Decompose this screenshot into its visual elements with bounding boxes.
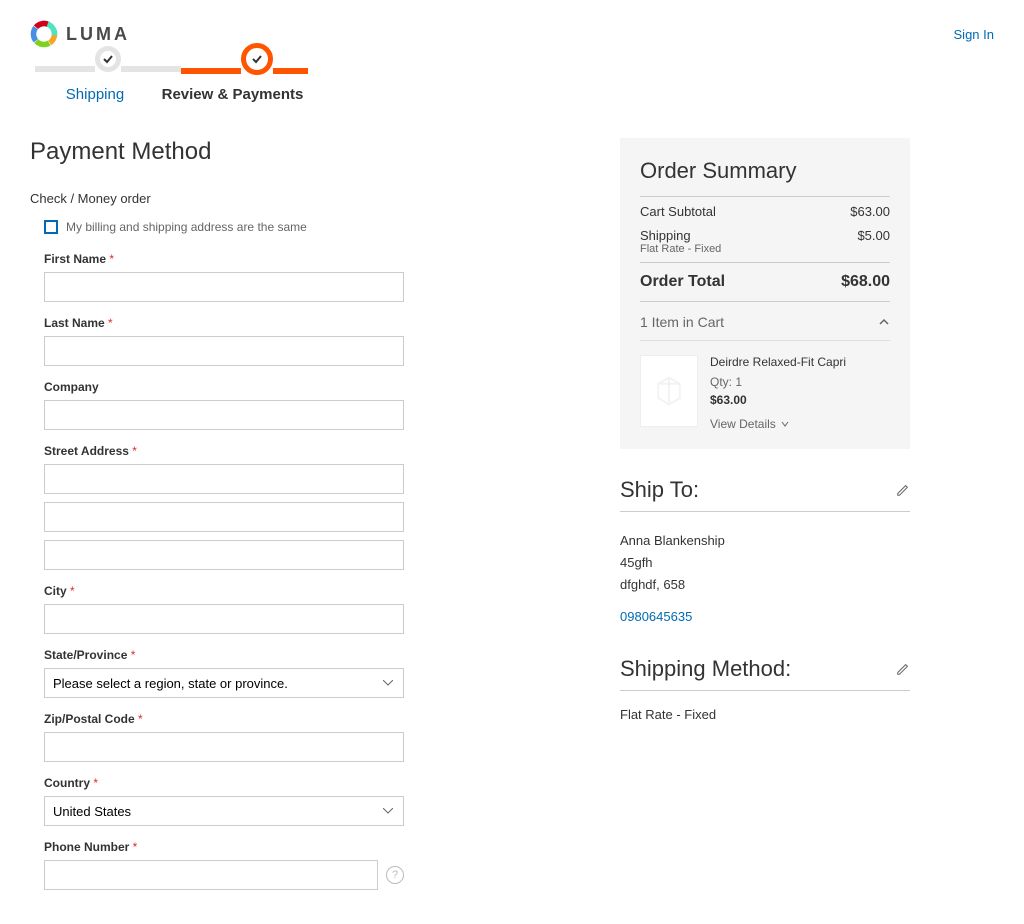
phone-help-icon[interactable]: ? — [386, 866, 404, 884]
shipmethod-title: Shipping Method: — [620, 656, 791, 682]
street-label: Street Address — [44, 444, 404, 458]
subtotal-value: $63.00 — [850, 204, 890, 219]
shipto-name: Anna Blankenship — [620, 530, 910, 552]
shipto-line2: dfghdf, 658 — [620, 574, 910, 596]
street-input-1[interactable] — [44, 464, 404, 494]
progress-step-shipping-icon — [95, 46, 121, 72]
country-label: Country — [44, 776, 404, 790]
item-price: $63.00 — [710, 393, 846, 407]
shipping-label: Shipping — [640, 228, 721, 243]
cart-items-toggle[interactable]: 1 Item in Cart — [640, 301, 890, 340]
last-name-label: Last Name — [44, 316, 404, 330]
chevron-up-icon — [878, 316, 890, 328]
company-input[interactable] — [44, 400, 404, 430]
page-title: Payment Method — [30, 138, 590, 166]
city-input[interactable] — [44, 604, 404, 634]
progress-step-review-icon — [241, 43, 273, 75]
luma-logo-icon — [30, 20, 58, 48]
payment-method-label: Check / Money order — [30, 191, 590, 206]
checkout-progress — [35, 66, 994, 75]
state-label: State/Province — [44, 648, 404, 662]
progress-step-shipping[interactable]: Shipping — [66, 86, 124, 103]
product-thumbnail — [640, 355, 698, 427]
progress-step-review: Review & Payments — [162, 86, 304, 103]
state-select[interactable]: Please select a region, state or provinc… — [44, 668, 404, 698]
logo[interactable]: LUMA — [30, 20, 130, 48]
subtotal-label: Cart Subtotal — [640, 204, 716, 219]
last-name-input[interactable] — [44, 336, 404, 366]
shipmethod-value: Flat Rate - Fixed — [620, 707, 910, 722]
view-details-toggle[interactable]: View Details — [710, 417, 846, 431]
edit-shipto-icon[interactable] — [896, 483, 910, 497]
zip-label: Zip/Postal Code — [44, 712, 404, 726]
zip-input[interactable] — [44, 732, 404, 762]
logo-text: LUMA — [66, 24, 130, 45]
total-label: Order Total — [640, 273, 725, 291]
sign-in-link[interactable]: Sign In — [954, 27, 994, 42]
shipto-phone[interactable]: 0980645635 — [620, 606, 910, 628]
order-summary-title: Order Summary — [640, 158, 890, 184]
cart-item: Deirdre Relaxed-Fit Capri Qty: 1 $63.00 … — [640, 340, 890, 431]
first-name-label: First Name — [44, 252, 404, 266]
total-value: $68.00 — [841, 273, 890, 291]
shipto-title: Ship To: — [620, 477, 699, 503]
first-name-input[interactable] — [44, 272, 404, 302]
chevron-down-icon — [780, 419, 790, 429]
shipping-sub: Flat Rate - Fixed — [640, 243, 721, 255]
same-address-label: My billing and shipping address are the … — [66, 220, 307, 234]
city-label: City — [44, 584, 404, 598]
phone-label: Phone Number — [44, 840, 404, 854]
item-name: Deirdre Relaxed-Fit Capri — [710, 355, 846, 369]
same-address-checkbox[interactable] — [44, 220, 58, 234]
shipping-value: $5.00 — [857, 228, 890, 255]
phone-input[interactable] — [44, 860, 378, 890]
country-select[interactable]: United States — [44, 796, 404, 826]
street-input-3[interactable] — [44, 540, 404, 570]
company-label: Company — [44, 380, 404, 394]
order-summary: Order Summary Cart Subtotal $63.00 Shipp… — [620, 138, 910, 449]
street-input-2[interactable] — [44, 502, 404, 532]
cart-count-label: 1 Item in Cart — [640, 314, 724, 330]
edit-shipmethod-icon[interactable] — [896, 662, 910, 676]
shipto-line1: 45gfh — [620, 552, 910, 574]
item-qty: Qty: 1 — [710, 375, 846, 389]
